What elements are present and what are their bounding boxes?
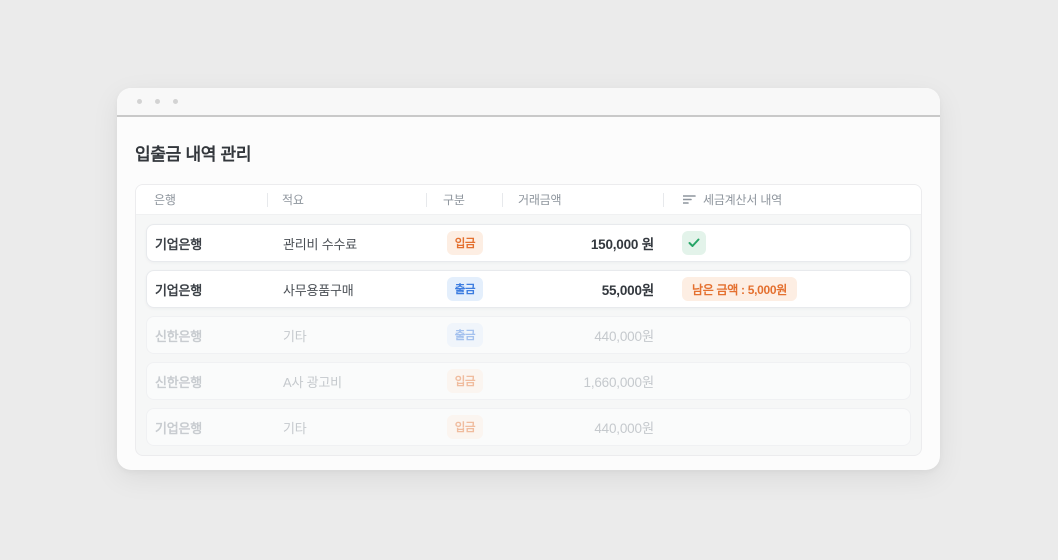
column-header-tax-label: 세금계산서 내역 — [703, 191, 782, 208]
window-controls — [137, 99, 178, 104]
cell-bank: 기업은행 — [147, 234, 268, 253]
table-row[interactable]: 신한은행 기타 출금 440,000원 — [146, 316, 911, 354]
cell-amount: 440,000원 — [503, 417, 664, 437]
remaining-amount-badge: 남은 금액 : 5,000원 — [682, 277, 797, 301]
table-body: 기업은행 관리비 수수료 입금 150,000 원 기업은행 사무용품구매 — [136, 215, 921, 455]
window-dot-icon[interactable] — [155, 99, 160, 104]
deposit-badge: 입금 — [447, 231, 484, 255]
cell-bank: 기업은행 — [147, 418, 268, 437]
cell-type: 입금 — [427, 231, 503, 255]
table-row[interactable]: 신한은행 A사 광고비 입금 1,660,000원 — [146, 362, 911, 400]
cell-tax — [664, 231, 910, 255]
cell-desc: 기타 — [268, 326, 427, 345]
table-row[interactable]: 기업은행 관리비 수수료 입금 150,000 원 — [146, 224, 911, 262]
cell-desc: 사무용품구매 — [268, 280, 427, 299]
column-header-tax: 세금계산서 내역 — [663, 185, 911, 214]
cell-amount: 440,000원 — [503, 325, 664, 345]
filter-lines-icon[interactable] — [683, 194, 696, 205]
cell-bank: 기업은행 — [147, 280, 268, 299]
window-dot-icon[interactable] — [173, 99, 178, 104]
check-icon — [688, 238, 700, 248]
cell-amount: 55,000원 — [503, 279, 664, 299]
table-row[interactable]: 기업은행 사무용품구매 출금 55,000원 남은 금액 : 5,000원 — [146, 270, 911, 308]
tax-invoice-check-badge — [682, 231, 706, 255]
table-row[interactable]: 기업은행 기타 입금 440,000원 — [146, 408, 911, 446]
cell-bank: 신한은행 — [147, 372, 268, 391]
cell-type: 출금 — [427, 277, 503, 301]
table-header: 은행 적요 구분 거래금액 세금계산서 내역 — [136, 185, 921, 215]
app-window: 입출금 내역 관리 은행 적요 구분 거래금액 세금계산서 내역 — [117, 88, 940, 470]
deposit-badge: 입금 — [447, 369, 484, 393]
window-titlebar — [117, 88, 940, 117]
deposit-badge: 입금 — [447, 415, 484, 439]
cell-amount: 1,660,000원 — [503, 371, 664, 391]
column-header-bank: 은행 — [146, 185, 267, 214]
withdrawal-badge: 출금 — [447, 277, 484, 301]
cell-desc: 관리비 수수료 — [268, 234, 427, 253]
cell-type: 출금 — [427, 323, 503, 347]
cell-type: 입금 — [427, 369, 503, 393]
cell-tax: 남은 금액 : 5,000원 — [664, 277, 910, 301]
transactions-table: 은행 적요 구분 거래금액 세금계산서 내역 기업은행 관리비 수수료 — [135, 184, 922, 456]
column-header-amount: 거래금액 — [502, 185, 663, 214]
cell-amount: 150,000 원 — [503, 233, 664, 253]
withdrawal-badge: 출금 — [447, 323, 484, 347]
column-header-desc: 적요 — [267, 185, 426, 214]
cell-bank: 신한은행 — [147, 326, 268, 345]
cell-desc: 기타 — [268, 418, 427, 437]
page-title: 입출금 내역 관리 — [135, 140, 922, 165]
cell-type: 입금 — [427, 415, 503, 439]
window-dot-icon[interactable] — [137, 99, 142, 104]
column-header-type: 구분 — [426, 185, 502, 214]
cell-desc: A사 광고비 — [268, 372, 427, 391]
